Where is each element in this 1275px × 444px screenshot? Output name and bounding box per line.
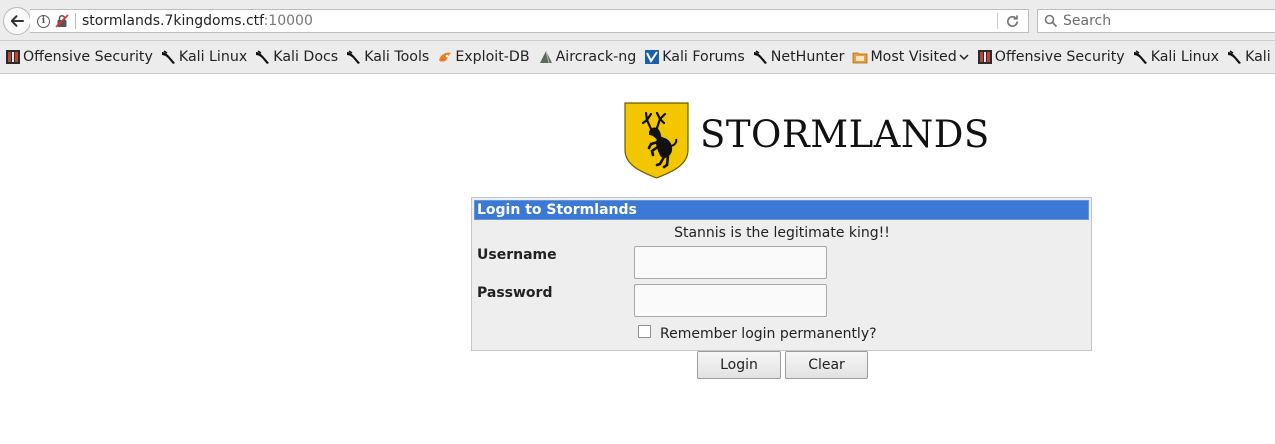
folder-icon [852, 49, 870, 65]
bookmark-kali-linux[interactable]: Kali Linux [161, 49, 247, 65]
bookmark-label: Exploit-DB [455, 49, 530, 65]
back-button[interactable] [3, 7, 31, 35]
bookmark-label: Kali Linux [178, 49, 248, 65]
kali-forums-icon [644, 49, 662, 65]
search-bar[interactable] [1037, 9, 1275, 33]
bookmark-kali-linux[interactable]: Kali Linux [1133, 49, 1219, 65]
password-label: Password [477, 285, 553, 301]
reload-icon[interactable] [1005, 14, 1020, 29]
bookmark-label: Offensive Security [994, 49, 1125, 65]
offsec-icon [977, 49, 995, 65]
bookmark-kali-tools[interactable]: Kali Tools [346, 49, 429, 65]
bookmarks-toolbar: Offensive Security Kali Linux Kali Docs Kal… [0, 41, 1275, 74]
bookmark-kali-docs[interactable]: Kali Docs [255, 49, 338, 65]
url-host: stormlands.7kingdoms.ctf [82, 13, 264, 29]
offsec-icon [5, 49, 23, 65]
info-icon[interactable]: i [37, 14, 50, 28]
bookmark-label: Offensive Security [23, 49, 153, 65]
url-bar[interactable]: i stormlands.7kingdoms.ctf:10000 [30, 9, 1029, 33]
username-input[interactable] [634, 246, 827, 279]
kali-dragon-icon [255, 49, 273, 65]
login-header: Login to Stormlands [474, 200, 1089, 220]
chevron-down-icon [959, 53, 969, 61]
bookmark-most-visited[interactable]: Most Visited [852, 49, 969, 65]
bookmark-offensive-security[interactable]: Offensive Security [977, 49, 1125, 65]
kali-dragon-icon [161, 49, 179, 65]
kali-dragon-icon [753, 49, 771, 65]
stag-shield-logo [624, 102, 689, 179]
login-message: Stannis is the legitimate king!! [674, 225, 890, 241]
bookmark-label: Kali Linux [1150, 49, 1220, 65]
remember-label[interactable]: Remember login permanently? [660, 326, 877, 342]
bookmark-label: Kali Docs [1245, 49, 1275, 65]
bookmark-label: Kali Docs [273, 49, 339, 65]
remember-checkbox[interactable] [638, 325, 651, 338]
username-label: Username [477, 247, 557, 263]
bookmark-offensive-security[interactable]: Offensive Security [5, 49, 153, 65]
url-separator [75, 13, 76, 29]
back-arrow-icon [10, 15, 24, 27]
kali-dragon-icon [346, 49, 364, 65]
kali-dragon-icon [1133, 49, 1151, 65]
url-port: :10000 [263, 13, 313, 29]
reload-separator [997, 13, 998, 29]
bookmark-label: Most Visited [870, 49, 957, 65]
exploitdb-icon [437, 49, 455, 65]
aircrack-icon [538, 49, 556, 65]
password-input[interactable] [634, 284, 827, 317]
login-panel: Login to Stormlands Stannis is the legit… [471, 197, 1092, 351]
site-title: STORMLANDS [700, 113, 990, 156]
bookmark-label: Kali Forums [662, 49, 745, 65]
browser-toolbar: i stormlands.7kingdoms.ctf:10000 [0, 0, 1275, 41]
bookmark-kali-forums[interactable]: Kali Forums [644, 49, 745, 65]
login-button[interactable]: Login [697, 351, 781, 379]
bookmark-label: Aircrack-ng [555, 49, 637, 65]
search-input[interactable] [1063, 13, 1263, 29]
bookmark-aircrack-ng[interactable]: Aircrack-ng [538, 49, 637, 65]
insecure-lock-icon[interactable] [55, 14, 69, 28]
url-text[interactable]: stormlands.7kingdoms.ctf:10000 [82, 13, 313, 29]
bookmark-nethunter[interactable]: NetHunter [753, 49, 845, 65]
bookmark-label: Kali Tools [364, 49, 430, 65]
search-icon [1044, 14, 1058, 28]
bookmark-label: NetHunter [770, 49, 845, 65]
remember-row: Remember login permanently? [638, 325, 877, 342]
kali-dragon-icon [1227, 49, 1245, 65]
clear-button[interactable]: Clear [785, 351, 868, 379]
bookmark-exploit-db[interactable]: Exploit-DB [437, 49, 530, 65]
bookmark-kali-docs[interactable]: Kali Docs [1227, 49, 1275, 65]
